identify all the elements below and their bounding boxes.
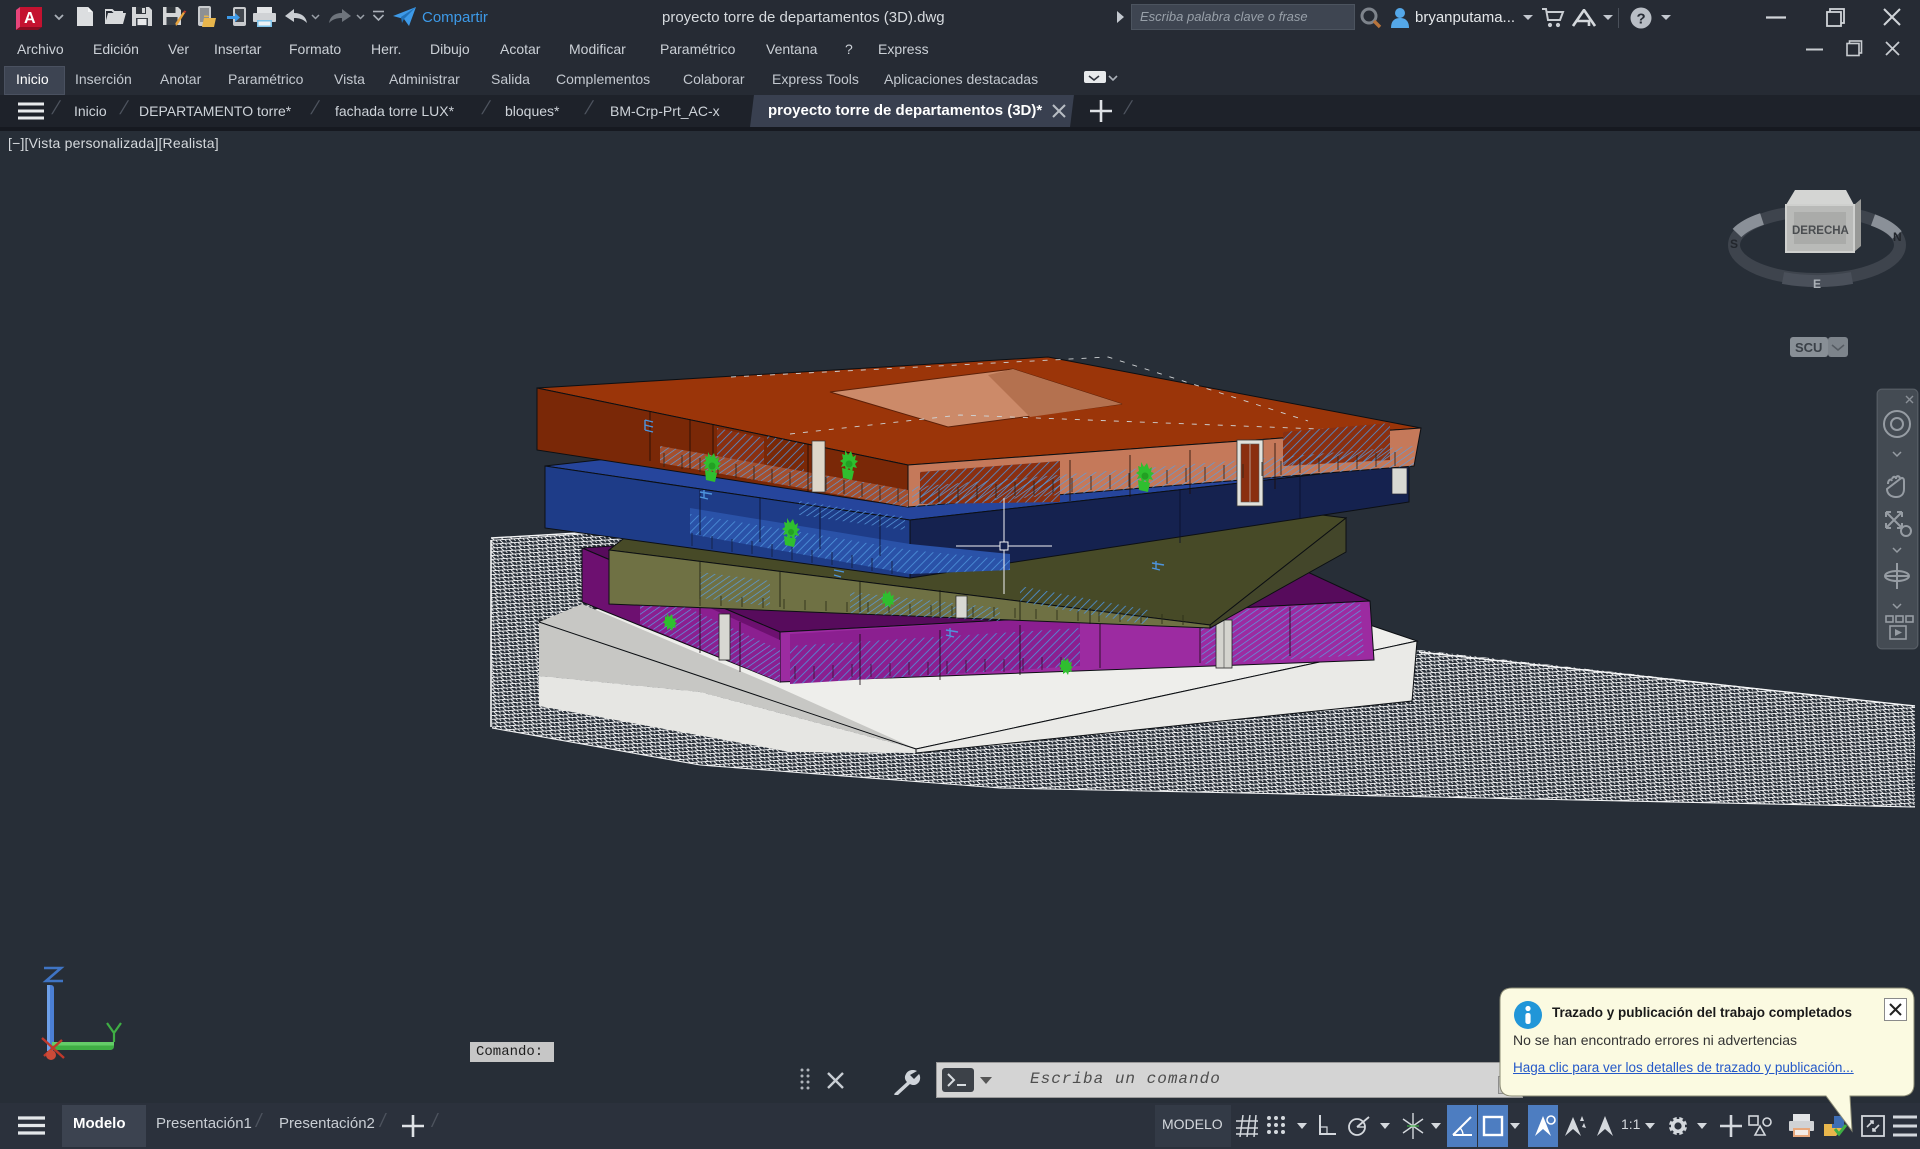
- svg-text:SCU: SCU: [1795, 340, 1822, 355]
- svg-text:?: ?: [1637, 11, 1646, 28]
- svg-text:E: E: [1813, 277, 1821, 291]
- svg-text:A: A: [24, 10, 36, 27]
- svg-text:DERECHA: DERECHA: [1792, 225, 1849, 237]
- svg-text:S: S: [1730, 237, 1738, 251]
- svg-text:N: N: [1893, 230, 1902, 244]
